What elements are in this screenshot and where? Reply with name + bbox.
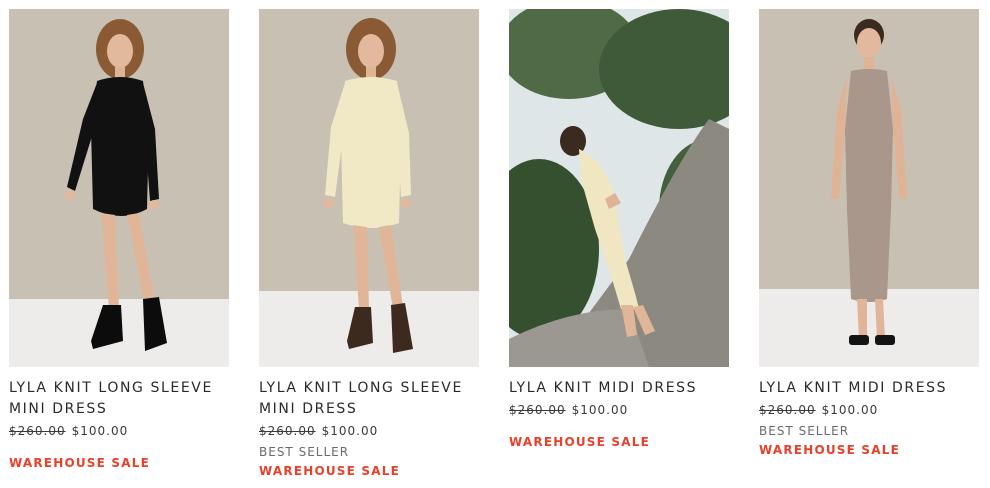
- product-image-link[interactable]: [259, 9, 479, 367]
- price-row: $260.00 $100.00: [509, 402, 729, 418]
- product-grid: LYLA KNIT LONG SLEEVE MINI DRESS $260.00…: [0, 0, 990, 488]
- product-image-link[interactable]: [509, 9, 729, 367]
- best-seller-badge: BEST SELLER: [259, 445, 350, 459]
- sale-price: $100.00: [71, 424, 129, 438]
- product-title[interactable]: LYLA KNIT LONG SLEEVE MINI DRESS: [259, 378, 479, 420]
- price-row: $260.00 $100.00: [259, 423, 479, 439]
- original-price: $260.00: [759, 403, 816, 417]
- product-photo: [759, 9, 979, 367]
- product-card: LYLA KNIT LONG SLEEVE MINI DRESS $260.00…: [9, 9, 229, 471]
- product-card: LYLA KNIT MIDI DRESS $260.00 $100.00 WARE…: [509, 9, 729, 450]
- product-image-link[interactable]: [9, 9, 229, 367]
- original-price: $260.00: [509, 403, 566, 417]
- warehouse-sale-badge: WAREHOUSE SALE: [509, 435, 651, 449]
- sale-price: $100.00: [321, 424, 379, 438]
- warehouse-sale-badge: WAREHOUSE SALE: [9, 456, 151, 470]
- product-card: LYLA KNIT LONG SLEEVE MINI DRESS $260.00…: [259, 9, 479, 479]
- product-title[interactable]: LYLA KNIT MIDI DRESS: [759, 378, 979, 399]
- original-price: $260.00: [9, 424, 66, 438]
- product-photo: [259, 9, 479, 367]
- product-title[interactable]: LYLA KNIT MIDI DRESS: [509, 378, 729, 399]
- sale-price: $100.00: [821, 403, 879, 417]
- product-image-link[interactable]: [759, 9, 979, 367]
- price-row: $260.00 $100.00: [759, 402, 979, 418]
- product-card: LYLA KNIT MIDI DRESS $260.00 $100.00 BEST…: [759, 9, 979, 458]
- warehouse-sale-badge: WAREHOUSE SALE: [259, 464, 401, 478]
- product-title[interactable]: LYLA KNIT LONG SLEEVE MINI DRESS: [9, 378, 229, 420]
- original-price: $260.00: [259, 424, 316, 438]
- product-photo: [509, 9, 729, 367]
- warehouse-sale-badge: WAREHOUSE SALE: [759, 443, 901, 457]
- sale-price: $100.00: [571, 403, 629, 417]
- price-row: $260.00 $100.00: [9, 423, 229, 439]
- product-photo: [9, 9, 229, 367]
- best-seller-badge: BEST SELLER: [759, 424, 850, 438]
